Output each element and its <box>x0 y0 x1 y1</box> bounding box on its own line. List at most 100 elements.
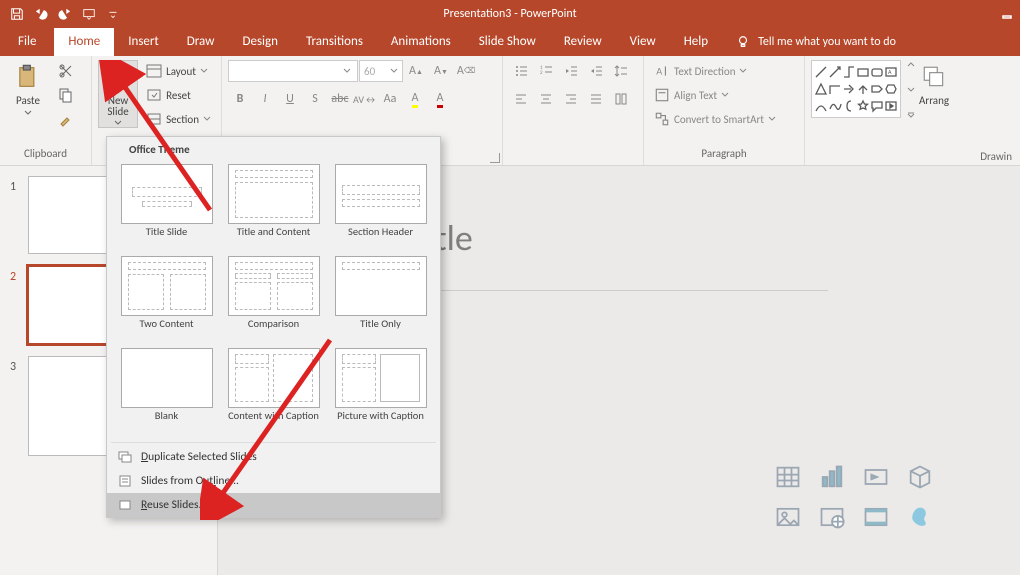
italic-button[interactable]: I <box>253 88 277 110</box>
text-direction-button[interactable]: AText Direction <box>650 60 751 82</box>
justify-button[interactable] <box>584 88 608 110</box>
group-drawing: A Arrang <box>805 56 1020 165</box>
insert-table-icon[interactable] <box>768 459 808 495</box>
gallery-down-icon[interactable] <box>907 86 915 94</box>
shape-hexagon-icon[interactable] <box>884 80 898 97</box>
tab-animations[interactable]: Animations <box>377 28 465 56</box>
tab-draw[interactable]: Draw <box>173 28 229 56</box>
tab-review[interactable]: Review <box>550 28 616 56</box>
shape-rect-icon[interactable] <box>856 63 870 80</box>
layout-title-content[interactable]: Title and Content <box>220 162 327 252</box>
align-text-button[interactable]: Align Text <box>650 84 733 106</box>
insert-smartart-icon[interactable] <box>856 459 896 495</box>
tab-file[interactable]: File <box>0 28 54 56</box>
section-button[interactable]: Section <box>142 108 215 130</box>
save-icon[interactable] <box>6 3 28 25</box>
insert-3d-icon[interactable] <box>900 459 940 495</box>
slideshow-icon[interactable] <box>78 3 100 25</box>
redo-icon[interactable] <box>54 3 76 25</box>
shape-line-arrow-icon[interactable] <box>828 63 842 80</box>
insert-icon-icon[interactable] <box>900 499 940 535</box>
cut-button[interactable] <box>54 60 78 82</box>
shape-connector-icon[interactable] <box>842 63 856 80</box>
new-slide-button[interactable]: New Slide <box>98 60 138 128</box>
shape-arrow-icon[interactable] <box>842 80 856 97</box>
shape-textbox-icon[interactable]: A <box>884 63 898 80</box>
align-center-button[interactable] <box>534 88 558 110</box>
shape-freeform-icon[interactable] <box>828 98 842 115</box>
convert-smartart-button[interactable]: Convert to SmartArt <box>650 108 780 130</box>
tab-home[interactable]: Home <box>54 28 114 56</box>
slides-from-outline-menuitem[interactable]: Slides from Outline... <box>107 469 440 493</box>
align-right-button[interactable] <box>559 88 583 110</box>
shadow-button[interactable]: S <box>303 88 327 110</box>
highlight-button[interactable]: A <box>403 88 427 110</box>
undo-icon[interactable] <box>30 3 52 25</box>
dialog-launcher-icon[interactable] <box>490 153 500 163</box>
section-label: Section <box>166 113 199 126</box>
shape-uparrow-icon[interactable] <box>856 80 870 97</box>
thumb-number: 3 <box>10 356 22 374</box>
layout-two-content[interactable]: Two Content <box>113 254 220 344</box>
ribbon-options-icon[interactable] <box>994 0 1020 28</box>
tell-me-search[interactable]: Tell me what you want to do <box>736 28 896 56</box>
shapes-gallery[interactable]: A <box>811 60 901 118</box>
shape-pentagon-icon[interactable] <box>870 80 884 97</box>
shape-action-icon[interactable] <box>884 98 898 115</box>
numbering-button[interactable]: 12 <box>534 60 558 82</box>
paste-button[interactable]: Paste <box>6 60 50 117</box>
tab-view[interactable]: View <box>616 28 670 56</box>
strikethrough-button[interactable]: abc <box>328 88 352 110</box>
arrange-button[interactable]: Arrang <box>919 60 949 107</box>
char-spacing-button[interactable]: AV↔ <box>353 88 377 110</box>
insert-online-picture-icon[interactable] <box>812 499 852 535</box>
layout-comparison[interactable]: Comparison <box>220 254 327 344</box>
bullets-button[interactable] <box>509 60 533 82</box>
insert-chart-icon[interactable] <box>812 459 852 495</box>
shape-brace-icon[interactable] <box>842 98 856 115</box>
tab-transitions[interactable]: Transitions <box>292 28 377 56</box>
tab-design[interactable]: Design <box>228 28 291 56</box>
reset-button[interactable]: Reset <box>142 84 215 106</box>
layout-blank[interactable]: Blank <box>113 346 220 436</box>
font-family-input[interactable] <box>228 60 358 82</box>
underline-button[interactable]: U <box>278 88 302 110</box>
font-size-input[interactable]: 60 <box>359 60 403 82</box>
line-spacing-button[interactable] <box>609 60 633 82</box>
decrease-indent-button[interactable] <box>559 60 583 82</box>
font-color-button[interactable]: A <box>428 88 452 110</box>
decrease-font-button[interactable]: A▼ <box>429 60 453 82</box>
insert-picture-icon[interactable] <box>768 499 808 535</box>
insert-video-icon[interactable] <box>856 499 896 535</box>
increase-indent-button[interactable] <box>584 60 608 82</box>
columns-button[interactable] <box>609 88 633 110</box>
layout-section-header[interactable]: Section Header <box>327 162 434 252</box>
tab-insert[interactable]: Insert <box>114 28 173 56</box>
copy-button[interactable] <box>54 84 78 106</box>
reuse-slides-menuitem[interactable]: Reuse Slides... <box>107 493 440 517</box>
align-left-button[interactable] <box>509 88 533 110</box>
layout-title-only[interactable]: Title Only <box>327 254 434 344</box>
shape-roundrect-icon[interactable] <box>870 63 884 80</box>
gallery-more-icon[interactable] <box>907 112 915 120</box>
change-case-button[interactable]: Aa <box>378 88 402 110</box>
tab-help[interactable]: Help <box>670 28 722 56</box>
shape-callout-icon[interactable] <box>870 98 884 115</box>
layout-title-slide[interactable]: Title Slide <box>113 162 220 252</box>
duplicate-slides-menuitem[interactable]: Duplicate Selected Slides <box>107 445 440 469</box>
layout-content-caption[interactable]: Content with Caption <box>220 346 327 436</box>
shape-elbow-icon[interactable] <box>828 80 842 97</box>
increase-font-button[interactable]: A▲ <box>404 60 428 82</box>
layout-button[interactable]: Layout <box>142 60 215 82</box>
shape-triangle-icon[interactable] <box>814 80 828 97</box>
layout-picture-caption[interactable]: Picture with Caption <box>327 346 434 436</box>
shape-curve-icon[interactable] <box>814 98 828 115</box>
clear-formatting-button[interactable]: A⌫ <box>454 60 478 82</box>
tab-slideshow[interactable]: Slide Show <box>465 28 550 56</box>
gallery-up-icon[interactable] <box>907 60 915 68</box>
format-painter-button[interactable] <box>54 108 78 130</box>
shape-star-icon[interactable] <box>856 98 870 115</box>
shape-line-icon[interactable] <box>814 63 828 80</box>
bold-button[interactable]: B <box>228 88 252 110</box>
qat-more-icon[interactable] <box>102 3 124 25</box>
